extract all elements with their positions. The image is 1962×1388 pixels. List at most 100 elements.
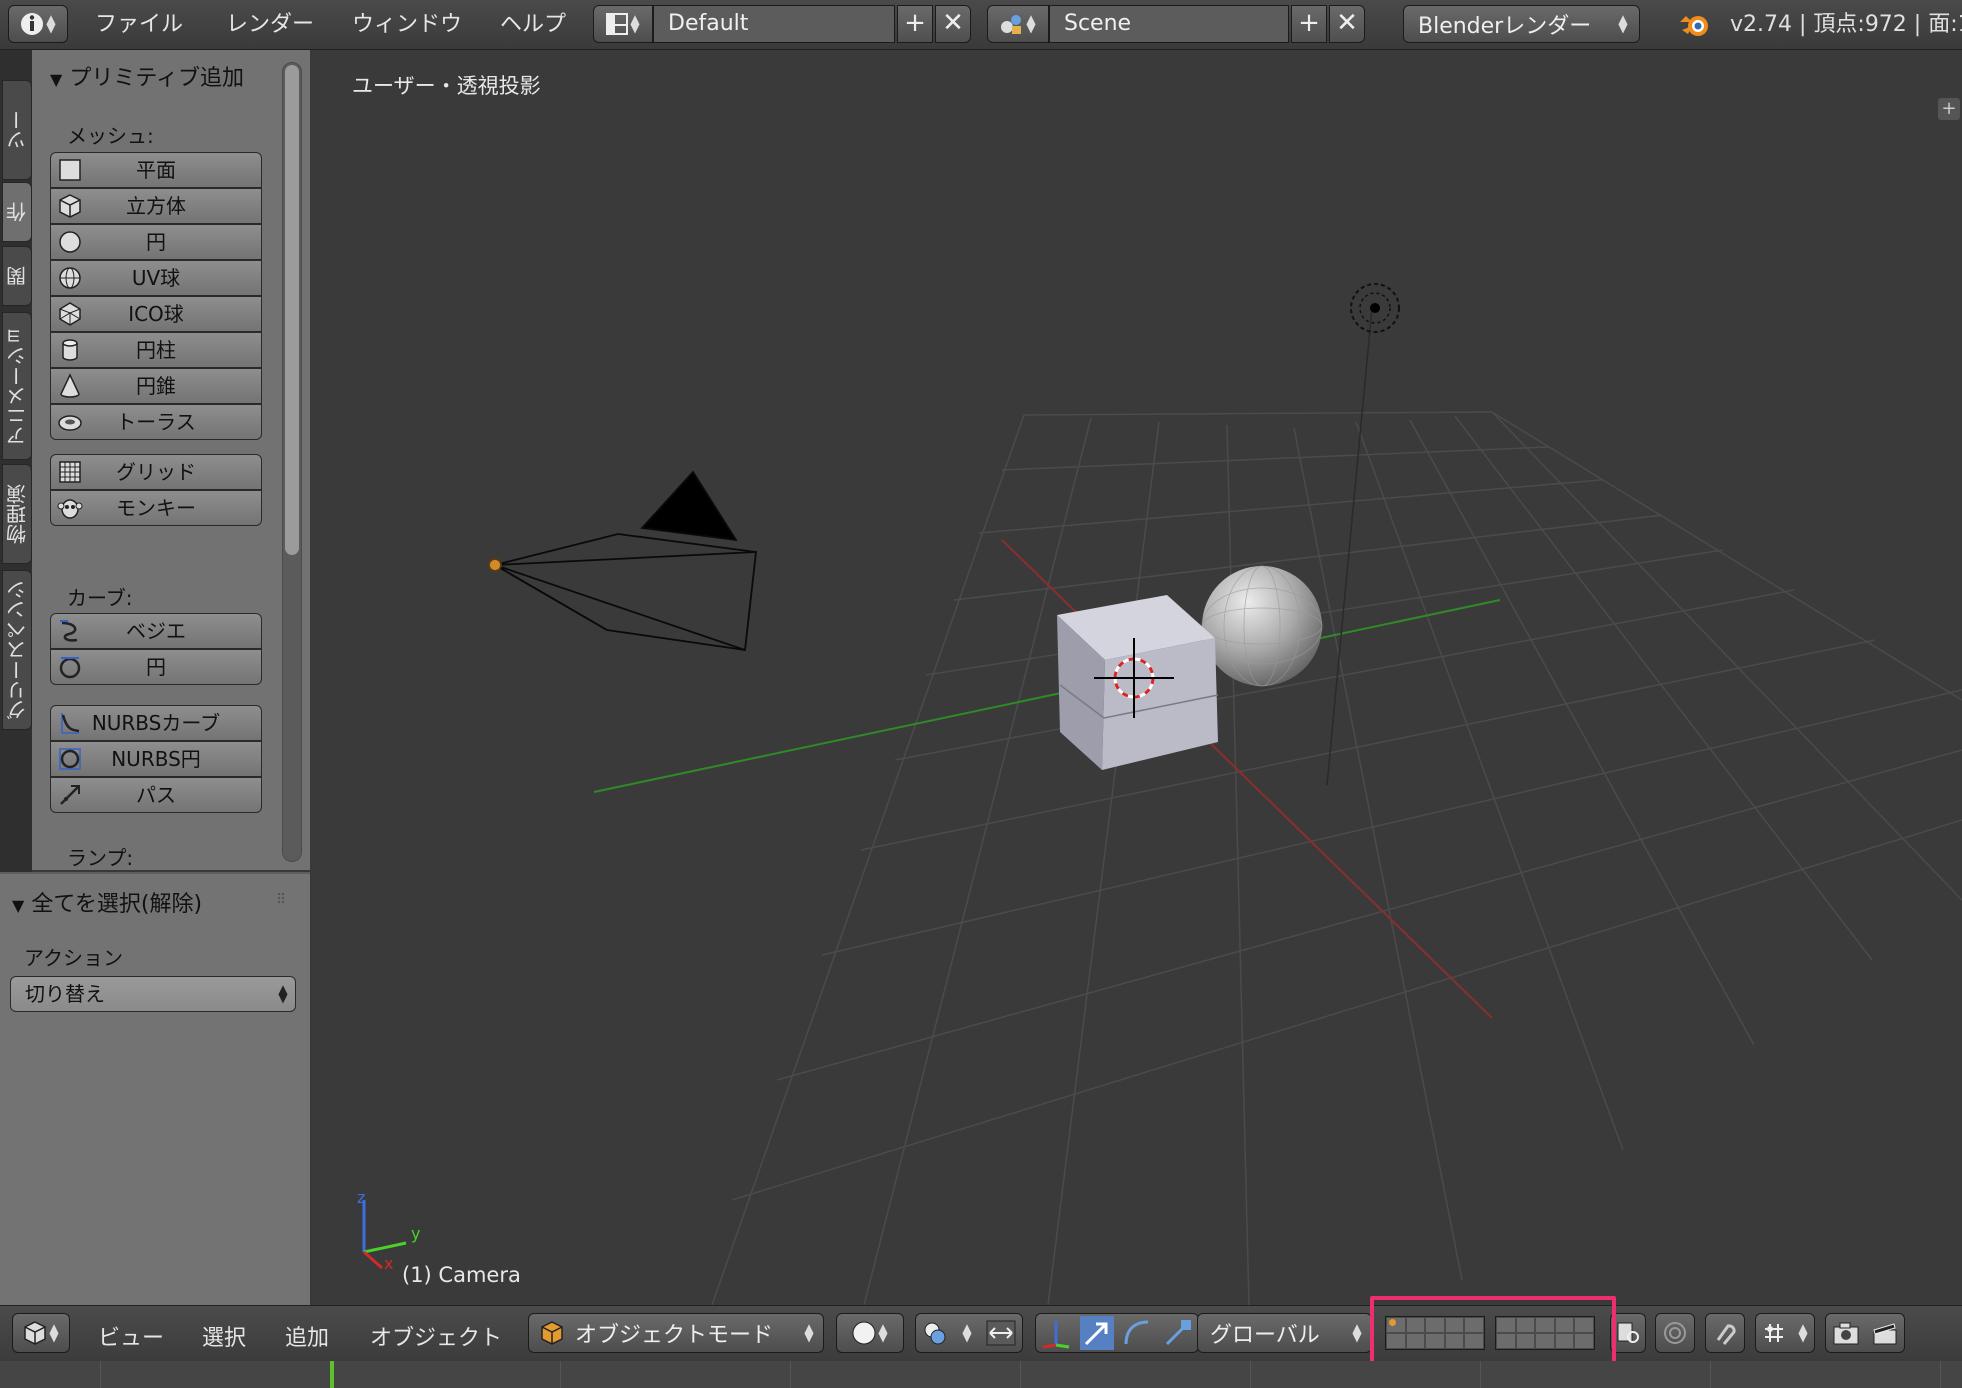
- lamp-object[interactable]: [1326, 283, 1400, 786]
- updown-arrows-icon: ▲ ▼: [962, 1321, 972, 1344]
- y-axis-line: [593, 599, 1501, 793]
- info-editor-type-button[interactable]: ▲ ▼: [8, 5, 68, 43]
- viewport-shading-select[interactable]: ▲ ▼: [836, 1313, 904, 1353]
- menu-view[interactable]: ビュー: [98, 1320, 164, 1352]
- camera-object[interactable]: [488, 470, 757, 652]
- button-label: ICO球: [128, 302, 184, 326]
- interaction-mode-select[interactable]: オブジェクトモード ▲ ▼: [528, 1313, 824, 1353]
- curve-circle-icon: [59, 657, 81, 679]
- add-monkey-button[interactable]: モンキー: [50, 490, 262, 526]
- action-value: 切り替え: [25, 982, 105, 1006]
- render-still-camera-icon[interactable]: [1832, 1320, 1860, 1346]
- menu-render[interactable]: レンダー: [226, 8, 314, 42]
- menu-add[interactable]: 追加: [285, 1320, 329, 1352]
- pivot-point-icon[interactable]: [922, 1320, 948, 1346]
- pivot-and-manipulator-group: ▲ ▼: [915, 1313, 1023, 1353]
- menu-file[interactable]: ファイル: [95, 8, 183, 42]
- tab-relations[interactable]: 関: [2, 246, 32, 306]
- rotate-manipulator-icon[interactable]: [1120, 1316, 1154, 1350]
- tab-label: グリースペンシ: [5, 580, 30, 720]
- close-icon: ✕: [1336, 8, 1358, 38]
- updown-arrows-icon: ▲ ▼: [804, 1321, 814, 1344]
- action-select[interactable]: 切り替え ▲ ▼: [10, 976, 296, 1012]
- solid-shading-icon: [852, 1321, 876, 1345]
- action-label: アクション: [24, 946, 123, 970]
- close-icon: ✕: [942, 8, 964, 38]
- add-scene-button[interactable]: +: [1291, 5, 1327, 43]
- add-plane-button[interactable]: 平面: [50, 152, 262, 188]
- 3d-viewport[interactable]: z y x ユーザー・透視投影 (1) Camera +: [312, 50, 1962, 1305]
- x-axis-label: x: [384, 1254, 394, 1273]
- drag-grip-icon[interactable]: ⠿: [276, 892, 286, 908]
- tab-tools[interactable]: ツー: [2, 80, 32, 180]
- add-nurbs-circle-button[interactable]: NURBS円: [50, 741, 262, 777]
- screen-layout-selector[interactable]: ▲ ▼: [593, 5, 653, 43]
- translate-manipulator-icon[interactable]: [1079, 1316, 1114, 1350]
- tab-animation[interactable]: アニメーショ: [2, 312, 32, 460]
- uv-sphere-object[interactable]: [1201, 565, 1323, 687]
- curve-group-label: カーブ:: [67, 586, 133, 610]
- menu-select[interactable]: 選択: [202, 1320, 246, 1352]
- monkey-icon: [57, 499, 83, 519]
- scene-stats: v2.74 | 頂点:972 | 面:1: [1730, 12, 1962, 37]
- current-frame-playhead[interactable]: [330, 1361, 334, 1388]
- add-nurbs-curve-button[interactable]: NURBSカーブ: [50, 705, 262, 741]
- torus-icon: [58, 415, 82, 431]
- add-path-button[interactable]: パス: [50, 777, 262, 813]
- add-circle-button[interactable]: 円: [50, 224, 262, 260]
- scale-manipulator-icon[interactable]: [1161, 1316, 1195, 1350]
- transform-orientation-select[interactable]: グローバル ▲ ▼: [1197, 1313, 1372, 1353]
- tab-create[interactable]: 作: [2, 182, 32, 242]
- add-ico-sphere-button[interactable]: ICO球: [50, 296, 262, 332]
- editor-type-button[interactable]: ▲ ▼: [12, 1313, 70, 1353]
- scene-selector[interactable]: ▲ ▼: [987, 5, 1049, 43]
- delete-layout-button[interactable]: ✕: [935, 5, 971, 43]
- view-perspective-label: ユーザー・透視投影: [352, 74, 541, 98]
- add-layout-button[interactable]: +: [897, 5, 933, 43]
- add-primitive-panel-header[interactable]: ▼ プリミティブ追加: [50, 60, 244, 92]
- floor-grid: [711, 411, 1962, 1305]
- snap-element-select[interactable]: ▲ ▼: [1755, 1313, 1815, 1353]
- add-cylinder-button[interactable]: 円柱: [50, 332, 262, 368]
- updown-arrows-icon: ▲ ▼: [49, 1321, 59, 1344]
- screen-layout-name-field[interactable]: Default: [653, 5, 895, 43]
- layout-icon: [606, 13, 628, 35]
- scrollbar-thumb[interactable]: [285, 65, 299, 555]
- timeline-strip[interactable]: [0, 1361, 1962, 1388]
- add-grid-button[interactable]: グリッド: [50, 454, 262, 490]
- snap-toggle-button[interactable]: [1705, 1313, 1745, 1353]
- operator-panel-header[interactable]: ▼ 全てを選択(解除): [12, 886, 202, 918]
- button-label: NURBS円: [111, 747, 201, 771]
- tab-physics[interactable]: 物理演: [2, 464, 32, 564]
- menu-help[interactable]: ヘルプ: [500, 8, 566, 42]
- render-buttons-group: [1825, 1313, 1905, 1353]
- updown-arrows-icon: ▲ ▼: [46, 12, 56, 35]
- tool-shelf-scrollbar[interactable]: [282, 62, 302, 862]
- panel-title: プリミティブ追加: [69, 66, 244, 91]
- cube-object[interactable]: [1057, 595, 1219, 770]
- ico-sphere-icon: [59, 302, 81, 326]
- viewport-header: ▲ ▼ ビュー 選択 追加 オブジェクト オブジェクトモード ▲ ▼ ▲ ▼ ▲ ▼ グ…: [0, 1305, 1962, 1361]
- add-uv-sphere-button[interactable]: UV球: [50, 260, 262, 296]
- button-label: 円: [146, 655, 166, 679]
- menu-window[interactable]: ウィンドウ: [352, 8, 462, 42]
- add-cone-button[interactable]: 円錐: [50, 368, 262, 404]
- scene-name-field[interactable]: Scene: [1049, 5, 1289, 43]
- delete-scene-button[interactable]: ✕: [1329, 5, 1365, 43]
- manipulator-all-icon[interactable]: [1039, 1316, 1073, 1350]
- add-cube-button[interactable]: 立方体: [50, 188, 262, 224]
- render-engine-select[interactable]: Blenderレンダー ▲ ▼: [1403, 5, 1640, 43]
- plus-icon: +: [1298, 8, 1320, 38]
- tab-grease-pencil[interactable]: グリースペンシ: [2, 570, 32, 730]
- menu-object[interactable]: オブジェクト: [370, 1320, 502, 1352]
- tab-label: ツー: [5, 110, 30, 150]
- properties-region-toggle[interactable]: +: [1938, 98, 1960, 120]
- add-torus-button[interactable]: トーラス: [50, 404, 262, 440]
- render-animation-clapper-icon[interactable]: [1871, 1320, 1899, 1346]
- add-bezier-circle-button[interactable]: 円: [50, 649, 262, 685]
- nurbs-circle-icon: [59, 748, 81, 770]
- add-bezier-button[interactable]: ベジエ: [50, 613, 262, 649]
- proportional-edit-button[interactable]: [1655, 1313, 1695, 1353]
- button-label: 平面: [136, 158, 176, 182]
- manipulator-toggle-icon[interactable]: [986, 1320, 1016, 1346]
